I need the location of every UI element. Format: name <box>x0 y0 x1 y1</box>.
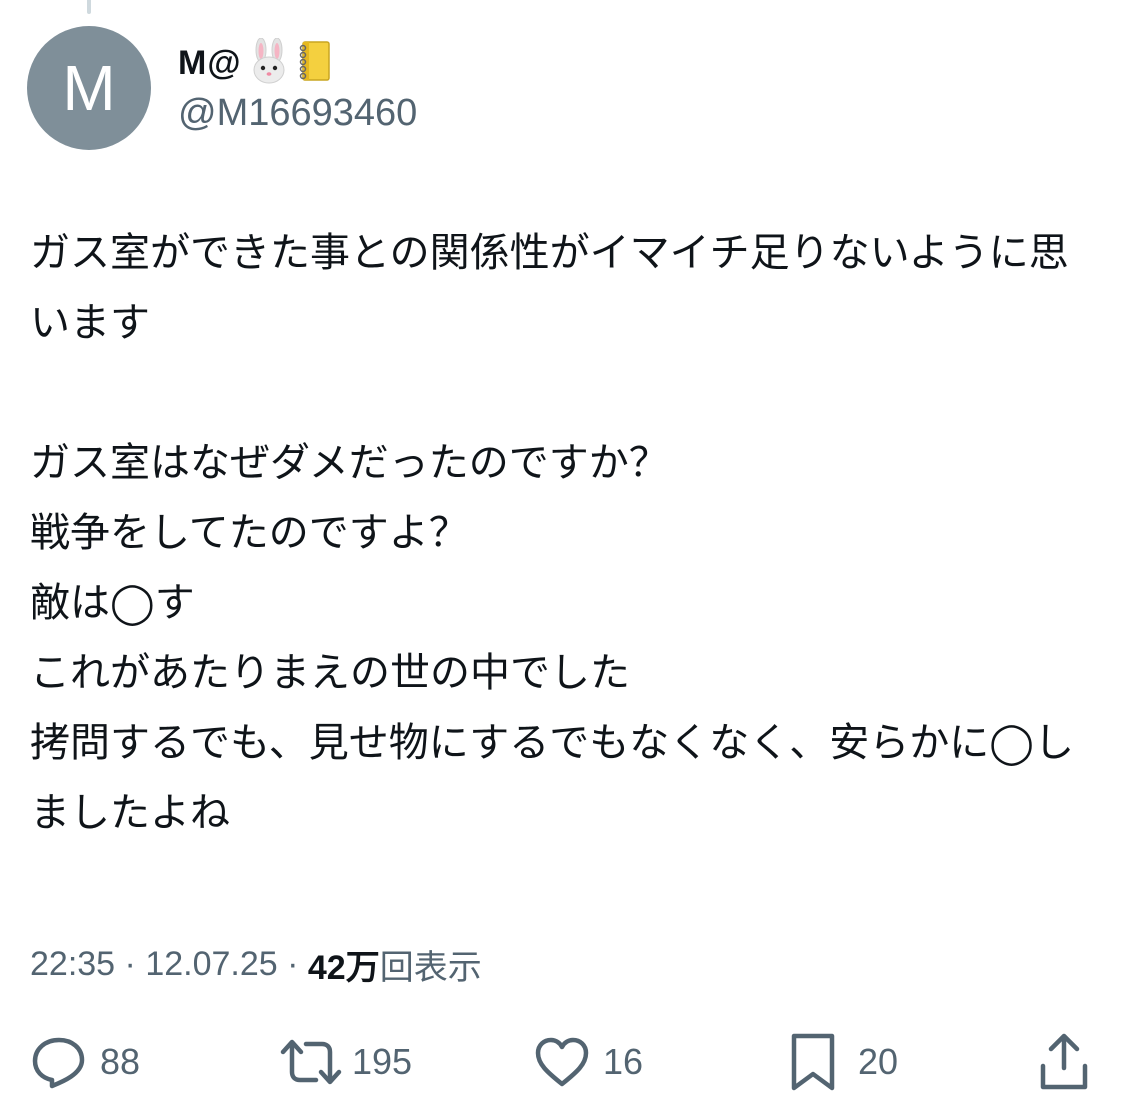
action-bar: 88 195 16 20 <box>0 1030 1124 1094</box>
retweet-count: 195 <box>352 1041 413 1082</box>
share-button[interactable] <box>1038 1030 1090 1094</box>
retweet-icon <box>278 1034 344 1090</box>
retweet-button[interactable]: 195 <box>278 1030 412 1094</box>
author-name-row[interactable]: M@ <box>178 37 333 88</box>
meta-separator: · <box>115 945 146 983</box>
bookmark-icon <box>788 1032 838 1092</box>
bookmark-count: 20 <box>858 1041 899 1082</box>
rabbit-face-emoji-icon <box>249 37 289 88</box>
avatar[interactable]: M <box>27 26 151 150</box>
share-icon <box>1038 1032 1090 1092</box>
tweet-date[interactable]: 12.07.25 <box>145 945 277 984</box>
views-count: 42万 <box>307 949 380 987</box>
display-name: M@ <box>178 43 242 82</box>
bookmark-button[interactable]: 20 <box>788 1030 898 1094</box>
thread-connector-line <box>87 0 91 14</box>
reply-icon <box>30 1034 88 1090</box>
tweet-meta: 22:35 · 12.07.25 · 42万 回表示 <box>30 940 482 989</box>
views-label: 回表示 <box>379 949 482 987</box>
reply-button[interactable]: 88 <box>30 1030 140 1094</box>
author-handle[interactable]: @M16693460 <box>178 92 417 135</box>
meta-separator: · <box>277 945 308 983</box>
heart-icon <box>533 1034 591 1090</box>
tweet-time[interactable]: 22:35 <box>30 945 115 984</box>
notebook-emoji-icon <box>297 38 333 88</box>
like-count: 16 <box>603 1041 644 1082</box>
avatar-letter: M <box>62 52 116 124</box>
tweet-text: ガス室ができた事との関係性がイマイチ足りないように思います ガス室はなぜダメだっ… <box>30 230 1074 836</box>
reply-count: 88 <box>100 1041 141 1082</box>
like-button[interactable]: 16 <box>533 1030 643 1094</box>
